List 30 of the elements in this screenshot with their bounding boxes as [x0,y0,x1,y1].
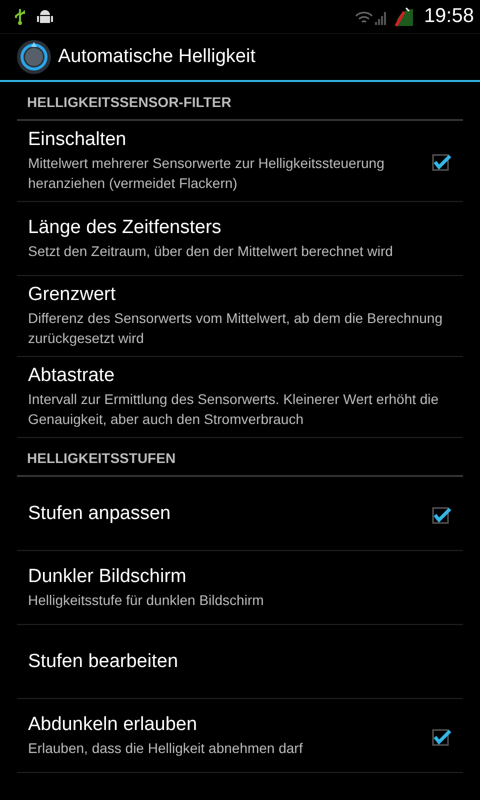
preference-title: Einschalten [28,129,128,151]
android-robot-icon [36,8,54,26]
preference-item[interactable]: Einschalten Mittelwert mehrerer Sensorwerte zur Helligkeitssteuerung heranziehen (vermeidet Flackern) [17,121,463,202]
preference-item[interactable]: Grenzwert Differenz des Sensorwerts vom Mittelwert, ab dem die Berechnung zurückgesetzt wird [17,276,463,357]
preference-summary: Erlauben, dass die Helligkeit abnehmen darf [28,738,304,758]
preference-title: Abdunkeln erlauben [28,714,198,736]
preference-title: Grenzwert [28,284,117,306]
preference-title: Länge des Zeitfensters [28,216,222,238]
section-header: HELLIGKEITSSENSOR-FILTER [17,82,463,121]
usb-icon [14,8,26,26]
battery-gauge-icon [394,6,414,26]
preference-item[interactable]: Stufen anpassen [17,477,463,551]
preference-title: Dunkler Bildschirm [28,566,188,588]
preference-title: Abtastrate [28,365,116,387]
preference-summary: Differenz des Sensorwerts vom Mittelwert, ab dem die Berechnung zurückgesetzt wird [28,309,444,348]
preference-summary: Mittelwert mehrerer Sensorwerte zur Helligkeitssteuerung heranziehen (vermeidet Flackern) [28,154,386,193]
preference-summary: Intervall zur Ermittlung des Sensorwerts. Kleinerer Wert erhöht die Genauigkeit, aber auch den Stromverbrauch [28,390,440,429]
preference-item[interactable]: Abtastrate Intervall zur Ermittlung des Sensorwerts. Kleinerer Wert erhöht die Genauigkeit, aber auch den Stromverbrauch [17,357,463,438]
clock-time: 19:58 [424,5,474,28]
screen-title: Automatische Helligkeit [58,46,256,68]
preference-item[interactable]: Stufen bearbeiten [17,625,463,699]
app-knob-icon[interactable] [16,39,52,75]
preference-item[interactable]: Dunkler Bildschirm Helligkeitsstufe für dunklen Bildschirm [17,551,463,625]
preference-summary: Helligkeitsstufe für dunklen Bildschirm [28,590,265,610]
preference-title: Stufen anpassen [28,502,172,524]
preference-item[interactable]: Länge des Zeitfensters Setzt den Zeitraum, über den der Mittelwert berechnet wird [17,202,463,276]
preference-title: Stufen bearbeiten [28,650,180,672]
preference-summary: Setzt den Zeitraum, über den der Mittelwert berechnet wird [28,242,394,260]
section-header: HELLIGKEITSSTUFEN [17,438,463,477]
preference-item[interactable]: Abdunkeln erlauben Erlauben, dass die Helligkeit abnehmen darf [17,699,463,773]
